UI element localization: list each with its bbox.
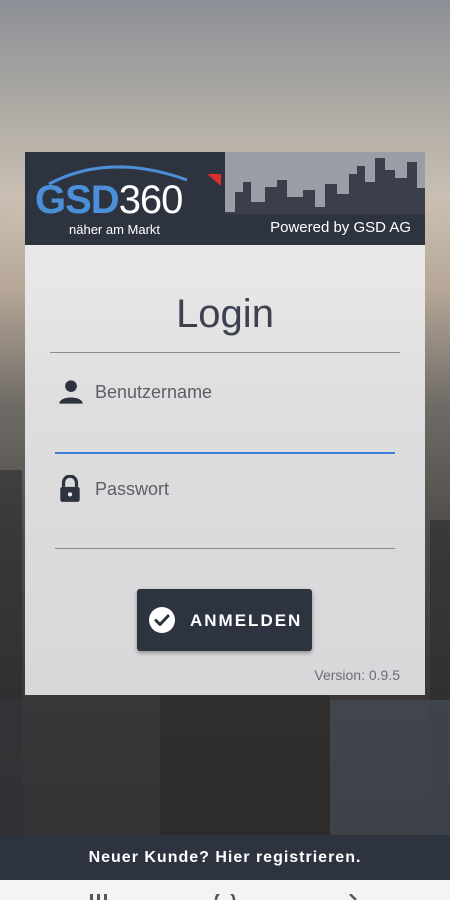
password-input[interactable] [55, 505, 399, 541]
powered-by-label: Powered by GSD AG [270, 219, 411, 236]
background-building [0, 700, 160, 840]
recents-icon[interactable] [88, 894, 110, 900]
brand-tagline: näher am Markt [69, 222, 161, 237]
login-button-label: ANMELDEN [190, 611, 303, 630]
page-title: Login [176, 292, 274, 336]
lock-icon [60, 475, 80, 502]
password-underline [55, 548, 395, 549]
back-icon[interactable] [346, 894, 360, 900]
check-circle-icon [149, 607, 175, 633]
app-screen: GSD360 näher am Markt Powered by GSD AG … [0, 0, 450, 900]
background-building [160, 695, 330, 840]
username-label: Benutzername [95, 382, 213, 402]
person-icon [59, 380, 83, 404]
username-input[interactable] [55, 408, 399, 444]
username-underline [55, 452, 395, 454]
logo-gsd: GSD [35, 178, 120, 222]
password-field[interactable]: Passwort [55, 475, 399, 549]
version-label: Version: 0.9.5 [314, 667, 400, 683]
username-field[interactable]: Benutzername [55, 378, 399, 454]
home-icon[interactable] [214, 894, 236, 900]
login-button[interactable]: ANMELDEN [137, 589, 312, 651]
system-nav-bar [0, 880, 450, 900]
brand-logo: GSD360 [35, 178, 184, 222]
logo-360: 360 [118, 178, 184, 222]
logo-flag-icon [207, 174, 221, 186]
register-link[interactable]: Neuer Kunde? Hier registrieren. [0, 835, 450, 880]
brand-header: GSD360 näher am Markt Powered by GSD AG [25, 152, 425, 245]
login-card: GSD360 näher am Markt Powered by GSD AG … [25, 152, 425, 695]
title-divider [50, 352, 400, 353]
background-building [330, 700, 450, 840]
password-label: Passwort [95, 479, 170, 499]
